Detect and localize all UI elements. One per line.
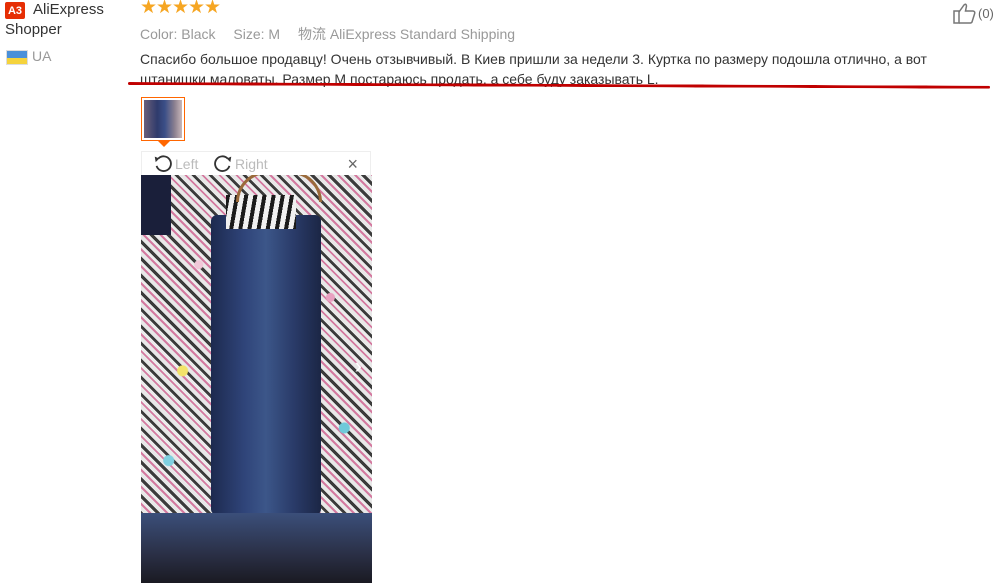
shipping-value: AliExpress Standard Shipping <box>329 26 516 42</box>
photo-thumbnail[interactable] <box>141 97 185 141</box>
image-viewer-toolbar: Left Right × <box>141 151 371 175</box>
rotate-right-button[interactable]: Right <box>212 152 268 176</box>
rotate-left-label: Left <box>175 156 199 172</box>
review-photo: › <box>141 175 372 583</box>
star-rating: ★ ★ ★ ★ ★ <box>140 0 222 18</box>
star-icon: ★ <box>140 0 158 18</box>
user-name: AliExpress Shopper <box>5 1 104 38</box>
helpful-button[interactable]: (0) <box>953 2 994 24</box>
size-label: Size: <box>233 26 265 42</box>
rotate-right-label: Right <box>235 156 268 172</box>
star-icon: ★ <box>204 0 222 18</box>
size-value: M <box>268 26 281 42</box>
star-icon: ★ <box>172 0 190 18</box>
color-label: Color: <box>140 26 178 42</box>
close-viewer-button[interactable]: × <box>347 155 358 173</box>
thumbs-up-icon <box>953 3 976 24</box>
order-meta: Color: Black Size: M 物流 AliExpress Stand… <box>140 24 529 44</box>
thumbnail-pointer-icon <box>158 141 170 147</box>
country-flag <box>6 50 28 65</box>
helpful-count: (0) <box>978 5 994 21</box>
next-image-icon[interactable]: › <box>355 353 362 379</box>
country-code: UA <box>32 48 52 64</box>
rotate-left-icon <box>154 155 172 172</box>
star-icon: ★ <box>156 0 174 18</box>
star-icon: ★ <box>188 0 206 18</box>
rotate-left-button[interactable]: Left <box>152 152 198 176</box>
shipping-label: 物流 <box>297 26 326 42</box>
color-value: Black <box>181 26 216 42</box>
rotate-right-icon <box>214 155 232 172</box>
